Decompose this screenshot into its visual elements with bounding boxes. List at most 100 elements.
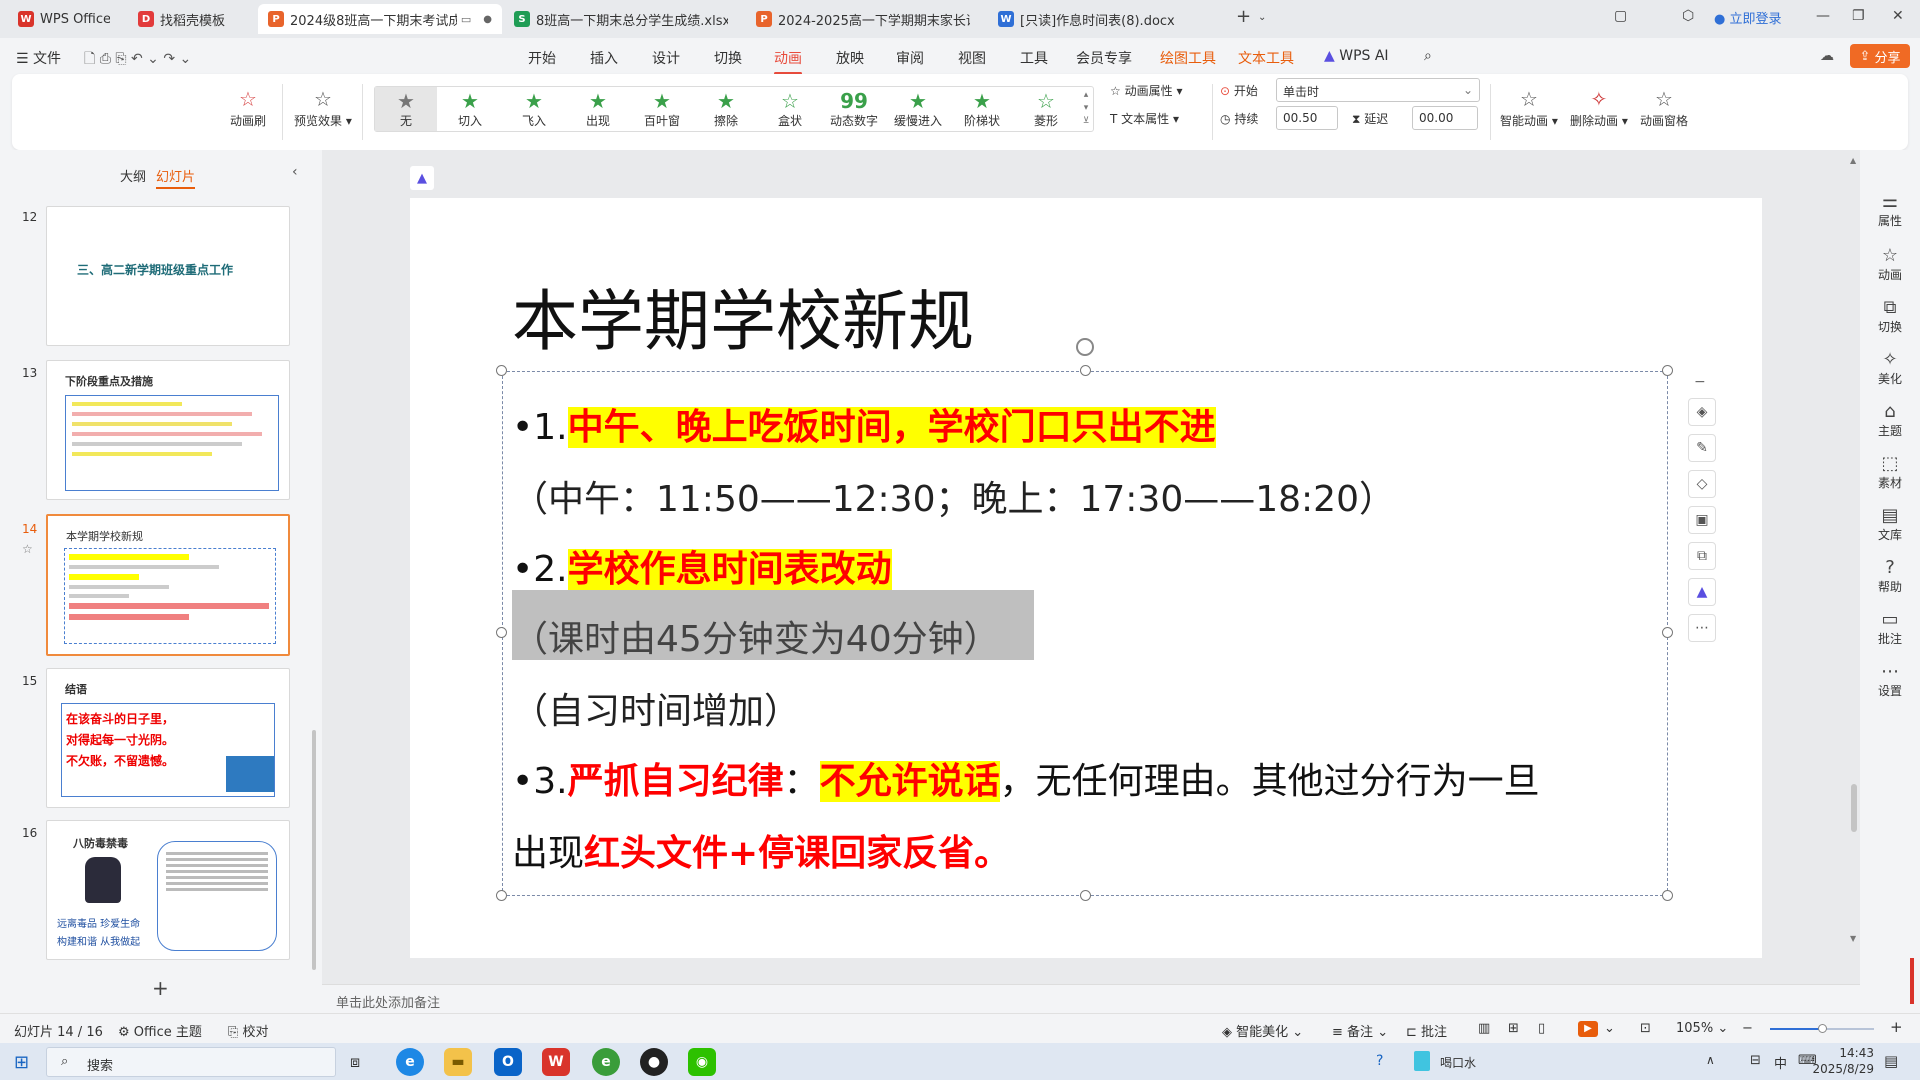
- zoom-level[interactable]: 105% ⌄: [1676, 1021, 1728, 1036]
- zoom-out-icon[interactable]: −: [1742, 1021, 1753, 1036]
- sorter-view-icon[interactable]: ⊞: [1508, 1021, 1519, 1036]
- proofing-button[interactable]: ⎘ 校对: [228, 1021, 269, 1040]
- slides-tab[interactable]: 幻灯片: [156, 166, 196, 189]
- sidebar-materials[interactable]: ⬚ 素材: [1860, 454, 1920, 491]
- search-icon[interactable]: ⌕: [1424, 48, 1432, 64]
- wps-taskbar-icon[interactable]: W: [542, 1048, 570, 1076]
- comment-toggle[interactable]: ⊏ 批注: [1406, 1021, 1447, 1040]
- slide-thumb-15[interactable]: 结语 在该奋斗的日子里， 对得起每一寸光阴。 不欠账，不留遗憾。: [46, 668, 290, 808]
- login-link[interactable]: ● 立即登录: [1714, 8, 1782, 27]
- animation-pane-button[interactable]: ☆ 动画窗格: [1640, 86, 1688, 129]
- zoom-slider-thumb[interactable]: [1818, 1024, 1827, 1033]
- quick-tools[interactable]: 🗋 ⎙ ⎘ ↶ ⌄ ↷ ⌄: [84, 48, 191, 72]
- frame-icon[interactable]: ▣: [1688, 506, 1716, 534]
- rule-3[interactable]: •3.严抓自习纪律：不允许说话，无任何理由。其他过分行为一旦: [512, 752, 1540, 804]
- fit-window-icon[interactable]: ⊡: [1640, 1021, 1651, 1036]
- help-tray-icon[interactable]: ?: [1376, 1053, 1383, 1069]
- rule-2-detail-1[interactable]: （课时由45分钟变为40分钟）: [512, 610, 1000, 662]
- tab-spreadsheet[interactable]: S 8班高一下期末总分学生成绩.xlsx: [504, 4, 738, 34]
- tab-document[interactable]: W [只读]作息时间表(8).docx: [988, 4, 1224, 34]
- menu-wps-ai[interactable]: ▲ WPS AI: [1324, 48, 1389, 64]
- delay-input[interactable]: 00.00: [1412, 106, 1478, 130]
- text-properties-button[interactable]: T 文本属性 ▾: [1110, 110, 1179, 127]
- effect-dynamic-number[interactable]: 99 动态数字: [823, 87, 885, 131]
- close-icon[interactable]: ✕: [1892, 8, 1904, 24]
- tab-list-chevron-icon[interactable]: ⌄: [1258, 12, 1266, 23]
- notes-toggle[interactable]: ≡ 备注 ⌄: [1332, 1021, 1388, 1040]
- resize-handle[interactable]: [1080, 365, 1091, 376]
- slide-title[interactable]: 本学期学校新规: [512, 268, 974, 364]
- effect-box[interactable]: ☆ 盒状: [759, 87, 821, 131]
- effect-steps[interactable]: ★ 阶梯状: [951, 87, 1013, 131]
- tab-presentation-2[interactable]: P 2024-2025高一下学期期末家长课堂: [746, 4, 980, 34]
- rule-1[interactable]: •1.中午、晚上吃饭时间，学校门口只出不进: [512, 398, 1216, 450]
- theme-indicator[interactable]: ⚙ Office 主题: [118, 1021, 202, 1040]
- menu-design[interactable]: 设计: [652, 48, 680, 68]
- image-text-icon[interactable]: ⧉: [1688, 542, 1716, 570]
- outline-tab[interactable]: 大纲: [120, 166, 146, 185]
- effect-blinds[interactable]: ★ 百叶窗: [631, 87, 693, 131]
- rule-1-detail[interactable]: （中午：11:50——12:30；晚上：17:30——18:20）: [512, 470, 1395, 522]
- shape-style-icon[interactable]: ◇: [1688, 470, 1716, 498]
- minimize-icon[interactable]: —: [1816, 8, 1830, 24]
- effect-appear[interactable]: ★ 出现: [567, 87, 629, 131]
- smart-animation-button[interactable]: ☆ 智能动画 ▾: [1500, 86, 1558, 129]
- normal-view-icon[interactable]: ▥: [1478, 1021, 1490, 1036]
- windows-start-icon[interactable]: ⊞: [14, 1052, 29, 1073]
- cube-icon[interactable]: ⬡: [1682, 8, 1694, 24]
- rule-3-continued[interactable]: 出现红头文件+停课回家反省。: [512, 824, 1010, 876]
- rule-2-detail-2[interactable]: （自习时间增加）: [512, 682, 800, 734]
- sidebar-properties[interactable]: ⚌ 属性: [1860, 192, 1920, 229]
- more-icon[interactable]: ⋯: [1688, 614, 1716, 642]
- sidebar-theme[interactable]: ⌂ 主题: [1860, 402, 1920, 439]
- scroll-up-icon[interactable]: ▲: [1850, 156, 1856, 165]
- duration-input[interactable]: 00.50: [1276, 106, 1338, 130]
- sidebar-library[interactable]: ▤ 文库: [1860, 506, 1920, 543]
- effect-slow-in[interactable]: ★ 缓慢进入: [887, 87, 949, 131]
- sidebar-help[interactable]: ? 帮助: [1860, 558, 1920, 595]
- effect-cut-in[interactable]: ★ 切入: [439, 87, 501, 131]
- slide-thumb-12[interactable]: 三、高二新学期班级重点工作: [46, 206, 290, 346]
- layers-icon[interactable]: ◈: [1688, 398, 1716, 426]
- new-tab-icon[interactable]: +: [1236, 6, 1251, 27]
- tab-presentation-active[interactable]: P 2024级8班高一下期末考试成 ▭ ●: [258, 4, 502, 34]
- sidebar-animation[interactable]: ☆ 动画: [1860, 246, 1920, 283]
- preview-effect-button[interactable]: ☆ 预览效果 ▾: [294, 86, 352, 129]
- menu-view[interactable]: 视图: [958, 48, 986, 68]
- wps-ai-float-icon[interactable]: ▲: [410, 166, 434, 190]
- resize-handle[interactable]: [496, 627, 507, 638]
- tab-wps-office[interactable]: W WPS Office: [8, 4, 120, 34]
- menu-transition[interactable]: 切换: [714, 48, 742, 68]
- scroll-down-icon[interactable]: ▼: [1850, 934, 1856, 943]
- menu-insert[interactable]: 插入: [590, 48, 618, 68]
- resize-handle[interactable]: [1662, 365, 1673, 376]
- play-slideshow-icon[interactable]: ▶: [1578, 1021, 1598, 1037]
- canvas-scrollbar[interactable]: [1851, 784, 1857, 832]
- start-select[interactable]: 单击时 ⌄: [1276, 78, 1480, 102]
- file-explorer-icon[interactable]: ▬: [444, 1048, 472, 1076]
- share-button[interactable]: ⇪ 分享: [1850, 44, 1910, 68]
- menu-animation[interactable]: 动画: [774, 48, 802, 75]
- animation-properties-button[interactable]: ☆ 动画属性 ▾: [1110, 82, 1182, 99]
- effect-fly-in[interactable]: ★ 飞入: [503, 87, 565, 131]
- ai-tool-icon[interactable]: ▲: [1688, 578, 1716, 606]
- sidebar-comment[interactable]: ▭ 批注: [1860, 610, 1920, 647]
- notes-area[interactable]: 单击此处添加备注: [322, 984, 1860, 1013]
- ime-language[interactable]: 中: [1774, 1053, 1787, 1072]
- panel-scrollbar[interactable]: [312, 730, 316, 970]
- menu-member[interactable]: 会员专享: [1076, 48, 1132, 68]
- window-mode-icon[interactable]: ▢: [1614, 8, 1627, 24]
- sidebar-settings[interactable]: ⋯ 设置: [1860, 662, 1920, 699]
- taskbar-search[interactable]: ⌕ 搜索: [46, 1047, 336, 1077]
- resize-handle[interactable]: [496, 365, 507, 376]
- tray-chevron-icon[interactable]: ∧: [1706, 1053, 1715, 1067]
- menu-draw-tools[interactable]: 绘图工具: [1160, 48, 1216, 68]
- weather-label[interactable]: 喝口水: [1440, 1054, 1476, 1071]
- rule-2[interactable]: •2.学校作息时间表改动: [512, 540, 892, 592]
- clock-time[interactable]: 14:43: [1814, 1046, 1874, 1060]
- slide-thumb-14[interactable]: 本学期学校新规: [46, 514, 290, 656]
- effect-wipe[interactable]: ★ 擦除: [695, 87, 757, 131]
- slide-thumb-13[interactable]: 下阶段重点及措施: [46, 360, 290, 500]
- menu-text-tools[interactable]: 文本工具: [1238, 48, 1294, 68]
- tab-template[interactable]: D 找稻壳模板: [128, 4, 250, 34]
